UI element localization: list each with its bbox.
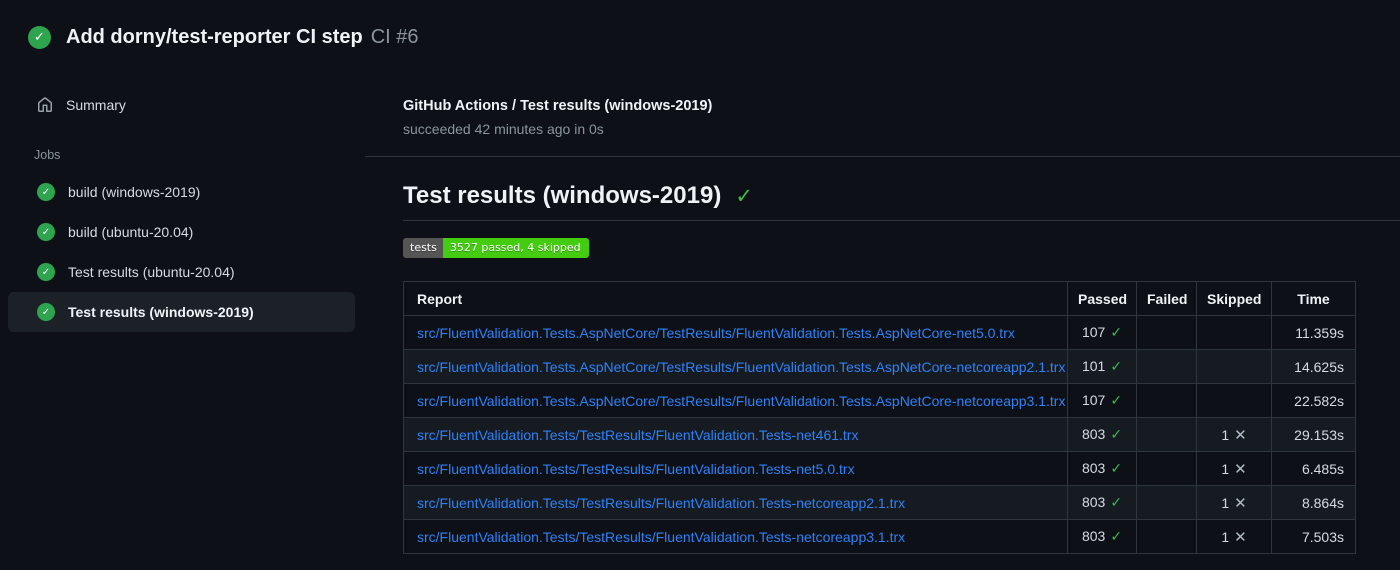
- badge-value: 3527 passed, 4 skipped: [442, 238, 589, 258]
- check-run-title: GitHub Actions / Test results (windows-2…: [403, 98, 713, 114]
- time-value: 22.582s: [1294, 392, 1344, 409]
- column-header-passed: Passed: [1067, 281, 1137, 316]
- report-link[interactable]: src/FluentValidation.Tests/TestResults/F…: [417, 529, 905, 545]
- summary-label: Summary: [66, 97, 126, 113]
- table-row: src/FluentValidation.Tests/TestResults/F…: [403, 485, 1356, 520]
- passed-check-icon: ✓: [1110, 461, 1123, 477]
- main-content: GitHub Actions / Test results (windows-2…: [365, 90, 1400, 554]
- sidebar-job-item[interactable]: ✓ build (windows-2019): [8, 172, 355, 212]
- time-value: 11.359s: [1295, 324, 1344, 341]
- report-link[interactable]: src/FluentValidation.Tests.AspNetCore/Te…: [417, 325, 1015, 341]
- passed-count: 101: [1081, 358, 1106, 374]
- skipped-count: 1: [1221, 494, 1230, 511]
- time-value: 14.625s: [1294, 358, 1344, 375]
- table-row: src/FluentValidation.Tests.AspNetCore/Te…: [403, 349, 1356, 384]
- time-value: 7.503s: [1301, 528, 1344, 545]
- run-header: ✓ Add dorny/test-reporter CI step CI #6: [0, 0, 1400, 49]
- table-row: src/FluentValidation.Tests/TestResults/F…: [403, 451, 1356, 486]
- run-success-check-icon: ✓: [28, 26, 51, 49]
- report-link[interactable]: src/FluentValidation.Tests/TestResults/F…: [417, 495, 905, 511]
- table-body: src/FluentValidation.Tests.AspNetCore/Te…: [403, 315, 1356, 554]
- sidebar-job-item[interactable]: ✓ Test results (windows-2019): [8, 292, 355, 332]
- section-title: Test results (windows-2019): [403, 182, 722, 209]
- report-link[interactable]: src/FluentValidation.Tests.AspNetCore/Te…: [417, 359, 1065, 375]
- passed-check-icon: ✓: [1110, 529, 1123, 545]
- section-success-check-icon: ✓: [735, 184, 753, 208]
- report-link[interactable]: src/FluentValidation.Tests/TestResults/F…: [417, 427, 858, 443]
- job-label: Test results (ubuntu-20.04): [68, 264, 235, 280]
- test-results-table: Report Passed Failed Skipped Time src/Fl…: [403, 281, 1356, 554]
- check-run-status: succeeded 42 minutes ago in 0s: [403, 121, 604, 137]
- skipped-count: 1: [1221, 460, 1230, 477]
- job-success-check-icon: ✓: [37, 263, 55, 281]
- job-list: ✓ build (windows-2019) ✓ build (ubuntu-2…: [0, 172, 365, 332]
- report-link[interactable]: src/FluentValidation.Tests.AspNetCore/Te…: [417, 393, 1065, 409]
- passed-count: 107: [1081, 324, 1106, 340]
- job-success-check-icon: ✓: [37, 183, 55, 201]
- table-header-row: Report Passed Failed Skipped Time: [403, 281, 1356, 316]
- skipped-cross-icon: ✕: [1234, 425, 1247, 444]
- table-row: src/FluentValidation.Tests/TestResults/F…: [403, 519, 1356, 554]
- column-header-failed: Failed: [1136, 281, 1197, 316]
- jobs-section-label: Jobs: [34, 148, 61, 162]
- section-heading: Test results (windows-2019) ✓: [403, 182, 1400, 210]
- passed-check-icon: ✓: [1110, 495, 1123, 511]
- table-row: src/FluentValidation.Tests/TestResults/F…: [403, 417, 1356, 452]
- table-row: src/FluentValidation.Tests.AspNetCore/Te…: [403, 315, 1356, 350]
- passed-check-icon: ✓: [1110, 359, 1123, 375]
- tests-badge: tests 3527 passed, 4 skipped: [403, 238, 589, 258]
- skipped-count: 1: [1221, 528, 1230, 545]
- badge-label: tests: [403, 238, 443, 258]
- run-number: CI #6: [370, 26, 419, 48]
- job-success-check-icon: ✓: [37, 223, 55, 241]
- sidebar: Summary Jobs ✓ build (windows-2019) ✓ bu…: [0, 90, 365, 332]
- skipped-cross-icon: ✕: [1234, 527, 1247, 546]
- sidebar-job-item[interactable]: ✓ build (ubuntu-20.04): [8, 212, 355, 252]
- column-header-report: Report: [403, 281, 1068, 316]
- report-link[interactable]: src/FluentValidation.Tests/TestResults/F…: [417, 461, 855, 477]
- column-header-time: Time: [1271, 281, 1356, 316]
- table-row: src/FluentValidation.Tests.AspNetCore/Te…: [403, 383, 1356, 418]
- skipped-count: 1: [1221, 426, 1230, 443]
- passed-count: 803: [1081, 460, 1106, 476]
- column-header-skipped: Skipped: [1196, 281, 1272, 316]
- home-icon: [38, 97, 52, 112]
- passed-check-icon: ✓: [1110, 393, 1123, 409]
- sidebar-job-item[interactable]: ✓ Test results (ubuntu-20.04): [8, 252, 355, 292]
- section-divider: [403, 220, 1400, 221]
- passed-check-icon: ✓: [1110, 427, 1123, 443]
- job-label: Test results (windows-2019): [68, 304, 254, 320]
- passed-count: 803: [1081, 528, 1106, 544]
- passed-count: 803: [1081, 426, 1106, 442]
- job-label: build (ubuntu-20.04): [68, 224, 194, 240]
- job-label: build (windows-2019): [68, 184, 201, 200]
- time-value: 6.485s: [1301, 460, 1344, 477]
- skipped-cross-icon: ✕: [1234, 459, 1247, 478]
- job-success-check-icon: ✓: [37, 303, 55, 321]
- run-title: Add dorny/test-reporter CI step: [66, 26, 363, 48]
- passed-check-icon: ✓: [1110, 325, 1123, 341]
- passed-count: 107: [1081, 392, 1106, 408]
- time-value: 29.153s: [1294, 426, 1344, 443]
- time-value: 8.864s: [1301, 494, 1344, 511]
- header-divider: [365, 156, 1400, 157]
- passed-count: 803: [1081, 494, 1106, 510]
- sidebar-item-summary[interactable]: Summary: [0, 90, 365, 120]
- skipped-cross-icon: ✕: [1234, 493, 1247, 512]
